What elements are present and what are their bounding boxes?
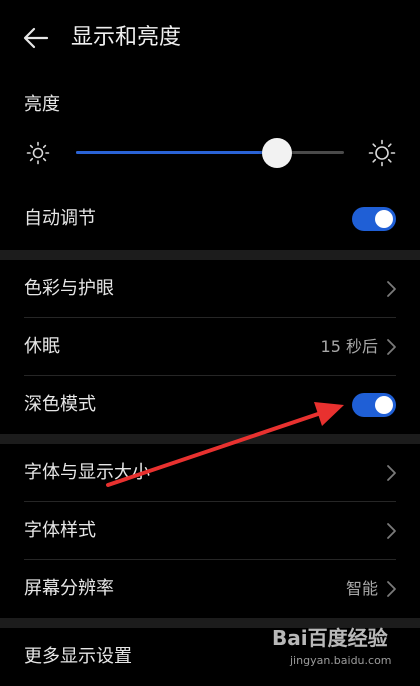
chevron-right-icon (387, 465, 396, 481)
watermark-url: jingyan.baidu.com (290, 654, 392, 667)
font-display-size-label: 字体与显示大小 (24, 462, 150, 483)
arrow-left-icon (23, 27, 49, 49)
brightness-slider-thumb[interactable] (262, 138, 292, 168)
chevron-right-icon (387, 581, 396, 597)
watermark: Bai百度经验 jingyan.baidu.com (268, 624, 416, 678)
back-button[interactable] (18, 20, 54, 56)
font-display-size-row[interactable]: 字体与显示大小 (0, 444, 420, 502)
dark-mode-toggle[interactable] (352, 393, 396, 417)
chevron-right-icon (387, 523, 396, 539)
color-eye-label: 色彩与护眼 (24, 278, 114, 299)
font-style-row[interactable]: 字体样式 (0, 502, 420, 560)
dark-mode-label: 深色模式 (24, 394, 96, 415)
page-title: 显示和亮度 (71, 25, 182, 50)
more-settings-label: 更多显示设置 (24, 646, 132, 667)
color-eye-row[interactable]: 色彩与护眼 (0, 260, 420, 318)
auto-adjust-label: 自动调节 (24, 208, 96, 229)
watermark-logo: Bai百度经验 (272, 626, 388, 650)
group-separator (0, 250, 420, 260)
sun-large-icon (368, 139, 396, 167)
resolution-value: 智能 (345, 579, 378, 598)
chevron-right-icon (387, 281, 396, 297)
dark-mode-row[interactable]: 深色模式 (0, 376, 420, 434)
toggle-knob (375, 396, 393, 414)
auto-adjust-toggle[interactable] (352, 207, 396, 231)
sleep-value: 15 秒后 (320, 337, 378, 356)
brightness-slider[interactable] (76, 138, 344, 168)
auto-adjust-row[interactable]: 自动调节 (0, 190, 420, 248)
group-separator (0, 434, 420, 444)
sleep-label: 休眠 (24, 336, 60, 357)
resolution-label: 屏幕分辨率 (24, 578, 114, 599)
toggle-knob (375, 210, 393, 228)
chevron-right-icon (387, 339, 396, 355)
resolution-row[interactable]: 屏幕分辨率 智能 (0, 560, 420, 618)
brightness-slider-fill (76, 151, 277, 154)
sleep-row[interactable]: 休眠 15 秒后 (0, 318, 420, 376)
brightness-slider-row (0, 130, 420, 176)
font-style-label: 字体样式 (24, 520, 96, 541)
sun-small-icon (26, 141, 50, 165)
app-header: 显示和亮度 (0, 0, 420, 78)
brightness-label: 亮度 (24, 94, 60, 115)
